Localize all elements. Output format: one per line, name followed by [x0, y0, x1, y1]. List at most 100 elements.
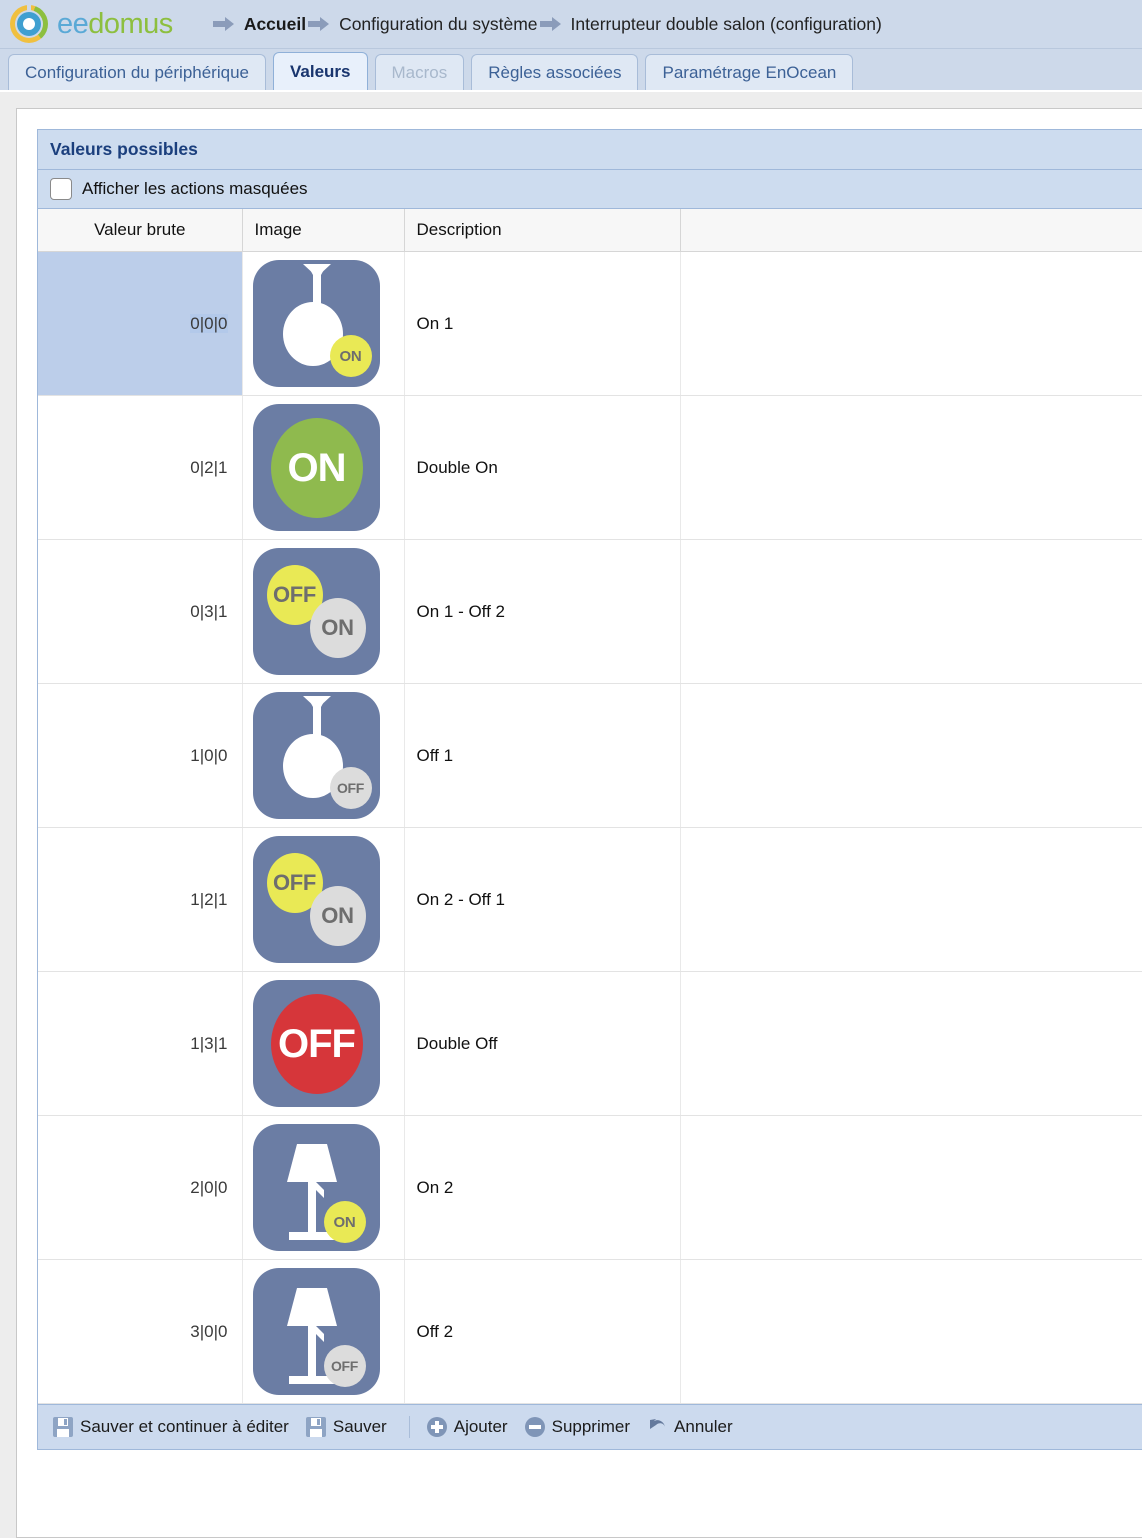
floppy-disk-icon — [52, 1416, 74, 1438]
table-row[interactable]: 0|0|0 ON On 1 — [38, 251, 1142, 396]
cell-raw-value[interactable]: 0|2|1 — [38, 395, 243, 540]
floppy-disk-icon — [305, 1416, 327, 1438]
toolbar-divider — [408, 1416, 410, 1438]
badge-off: OFF — [329, 767, 372, 809]
cell-raw-value[interactable]: 0|3|1 — [38, 539, 243, 684]
logo-text-domus: domus — [88, 7, 173, 40]
table-row[interactable]: 3|0|0 OFF Off 2 — [38, 1259, 1142, 1404]
floor-lamp-off-icon: OFF — [252, 1268, 380, 1395]
column-header-description: Description — [404, 209, 681, 252]
cell-spacer — [680, 1115, 1142, 1260]
double-off-icon: OFF — [252, 980, 380, 1107]
cancel-button[interactable]: Annuler — [644, 1414, 741, 1440]
save-button[interactable]: Sauver — [303, 1414, 395, 1440]
show-hidden-actions-row: Afficher les actions masquées — [38, 170, 1142, 209]
table-row[interactable]: 0|2|1 ON Double On — [38, 395, 1142, 540]
tab-strip: Configuration du périphérique Valeurs Ma… — [0, 49, 1142, 92]
undo-arrow-icon — [646, 1416, 668, 1438]
cell-image[interactable]: OFF — [242, 971, 405, 1116]
cell-description[interactable]: On 1 — [404, 251, 681, 396]
breadcrumb-item-device: Interrupteur double salon (configuration… — [570, 13, 882, 34]
cell-description[interactable]: Double On — [404, 395, 681, 540]
add-label: Ajouter — [453, 1417, 508, 1436]
floor-lamp-on-icon: ON — [252, 1124, 380, 1251]
cell-description[interactable]: Off 1 — [404, 683, 681, 828]
pendant-lamp-off-icon: OFF — [252, 692, 380, 819]
cell-raw-value[interactable]: 3|0|0 — [38, 1259, 243, 1404]
tab-parametrage-enocean[interactable]: Paramétrage EnOcean — [645, 54, 854, 90]
form-toolbar: Sauver et continuer à éditer Sauver Ajou… — [38, 1404, 1142, 1449]
cell-spacer — [680, 683, 1142, 828]
table-row[interactable]: 2|0|0 ON On 2 — [38, 1115, 1142, 1260]
badge-on: ON — [309, 886, 366, 946]
breadcrumb-arrow-icon — [308, 16, 330, 32]
delete-button[interactable]: Supprimer — [522, 1414, 638, 1440]
tab-valeurs[interactable]: Valeurs — [273, 52, 368, 90]
cell-image[interactable]: ON — [242, 251, 405, 396]
badge-on: ON — [329, 335, 372, 377]
column-header-valeur-brute: Valeur brute — [38, 209, 243, 252]
show-hidden-actions-checkbox[interactable] — [50, 178, 72, 200]
tab-regles-associees[interactable]: Règles associées — [471, 54, 639, 90]
eedomus-logo[interactable]: eedomus — [10, 5, 173, 43]
top-header-bar: eedomus Accueil Configuration du système… — [0, 0, 1142, 49]
table-row[interactable]: 0|3|1 OFF ON On 1 - Off 2 — [38, 539, 1142, 684]
minus-circle-icon — [524, 1416, 546, 1438]
cell-spacer — [680, 395, 1142, 540]
table-row[interactable]: 1|3|1 OFF Double Off — [38, 971, 1142, 1116]
cell-raw-value[interactable]: 1|3|1 — [38, 971, 243, 1116]
table-row[interactable]: 1|2|1 OFF ON On 2 - Off 1 — [38, 827, 1142, 972]
cancel-label: Annuler — [674, 1417, 733, 1436]
raw-value-text: 0|0|0 — [190, 313, 228, 333]
breadcrumb-item-accueil[interactable]: Accueil — [244, 14, 306, 35]
eedomus-logo-mark-icon — [10, 5, 48, 43]
cell-raw-value[interactable]: 1|0|0 — [38, 683, 243, 828]
double-on-icon: ON — [252, 404, 380, 531]
content-panel: Valeurs possibles Afficher les actions m… — [16, 108, 1142, 1538]
cell-description[interactable]: Off 2 — [404, 1259, 681, 1404]
on-circle-label: ON — [270, 418, 363, 518]
badge-off: OFF — [323, 1345, 366, 1387]
cell-image[interactable]: OFF — [242, 683, 405, 828]
save-and-continue-label: Sauver et continuer à éditer — [80, 1417, 289, 1436]
cell-raw-value[interactable]: 2|0|0 — [38, 1115, 243, 1260]
cell-image[interactable]: OFF ON — [242, 827, 405, 972]
cell-raw-value[interactable]: 0|0|0 — [38, 251, 243, 396]
add-button[interactable]: Ajouter — [424, 1414, 516, 1440]
column-header-image: Image — [242, 209, 405, 252]
valeurs-possibles-block: Valeurs possibles Afficher les actions m… — [37, 129, 1142, 1450]
table-row[interactable]: 1|0|0 OFF Off 1 — [38, 683, 1142, 828]
breadcrumb: Accueil Configuration du système Interru… — [211, 14, 882, 35]
delete-label: Supprimer — [551, 1417, 631, 1436]
cell-image[interactable]: OFF — [242, 1259, 405, 1404]
off-on-badges-icon: OFF ON — [252, 836, 380, 963]
cell-image[interactable]: ON — [242, 1115, 405, 1260]
page-body: Valeurs possibles Afficher les actions m… — [0, 92, 1142, 1538]
breadcrumb-arrow-icon — [539, 16, 562, 32]
cell-description[interactable]: On 2 - Off 1 — [404, 827, 681, 972]
cell-description[interactable]: On 2 — [404, 1115, 681, 1260]
cell-raw-value[interactable]: 1|2|1 — [38, 827, 243, 972]
cell-image[interactable]: ON — [242, 395, 405, 540]
cell-spacer — [680, 971, 1142, 1116]
cell-image[interactable]: OFF ON — [242, 539, 405, 684]
table-header-row: Valeur brute Image Description — [38, 209, 1142, 252]
eedomus-logo-text: eedomus — [57, 7, 173, 40]
block-title: Valeurs possibles — [38, 130, 1142, 170]
tab-configuration-peripherique[interactable]: Configuration du périphérique — [8, 54, 266, 90]
cell-description[interactable]: On 1 - Off 2 — [404, 539, 681, 684]
logo-text-ee: ee — [57, 7, 89, 40]
save-label: Sauver — [332, 1417, 387, 1436]
column-header-spacer — [680, 209, 1142, 252]
show-hidden-actions-label: Afficher les actions masquées — [82, 179, 308, 198]
values-table: Valeur brute Image Description 0|0|0 ON … — [38, 209, 1142, 1404]
pendant-lamp-on-icon: ON — [252, 260, 380, 387]
tab-macros: Macros — [374, 54, 465, 90]
badge-on: ON — [323, 1201, 366, 1243]
save-and-continue-button[interactable]: Sauver et continuer à éditer — [50, 1414, 297, 1440]
plus-circle-icon — [426, 1416, 448, 1438]
cell-spacer — [680, 251, 1142, 396]
cell-description[interactable]: Double Off — [404, 971, 681, 1116]
breadcrumb-item-configuration-systeme[interactable]: Configuration du système — [339, 14, 537, 35]
cell-spacer — [680, 539, 1142, 684]
